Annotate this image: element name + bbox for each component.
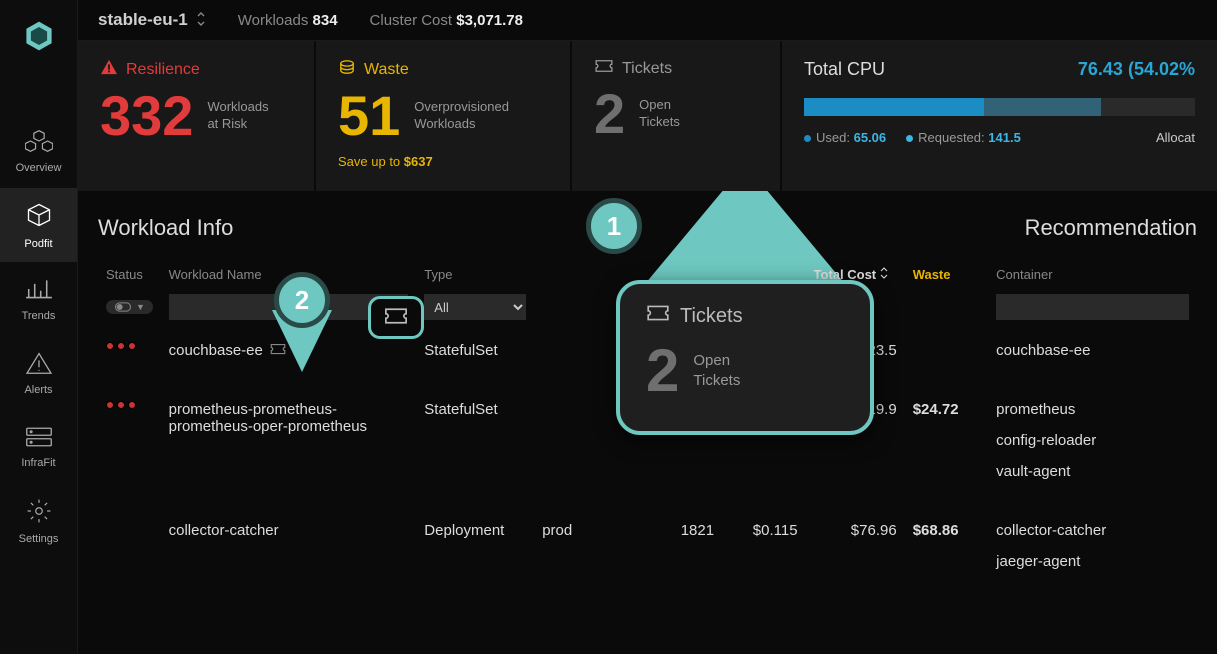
recommendation-title: Recommendation bbox=[1025, 215, 1197, 241]
coins-icon bbox=[338, 59, 356, 80]
cpu-legend: Used: 65.06 Requested: 141.5 Allocat bbox=[804, 130, 1195, 145]
container-list: couchbase-ee bbox=[988, 328, 1197, 387]
cube-icon bbox=[25, 201, 53, 232]
card-title: Total CPU bbox=[804, 59, 885, 80]
nav-label: Overview bbox=[16, 162, 62, 174]
container-list: prometheusconfig-reloadervault-agent bbox=[988, 387, 1197, 508]
container-filter[interactable] bbox=[996, 294, 1189, 320]
card-subtitle: Workloads at Risk bbox=[207, 99, 268, 133]
sidebar: Overview Podfit Trends Alerts InfraFit S… bbox=[0, 0, 78, 654]
cpu-bar bbox=[804, 98, 1195, 116]
cpu-value: 76.43 (54.02% bbox=[1078, 59, 1195, 80]
nav-settings[interactable]: Settings bbox=[0, 484, 77, 558]
waste-value bbox=[905, 328, 988, 387]
summary-cards: Resilience 332 Workloads at Risk Waste 5… bbox=[78, 41, 1217, 191]
workload-name: prometheus-prometheus-prometheus-oper-pr… bbox=[161, 387, 417, 508]
workload-type: StatefulSet bbox=[416, 387, 534, 508]
workload-replicas: 1821 bbox=[649, 508, 722, 598]
card-title: Tickets bbox=[622, 60, 672, 78]
status-indicator bbox=[106, 401, 153, 409]
nav-infrafit[interactable]: InfraFit bbox=[0, 410, 77, 484]
warning-icon bbox=[100, 59, 118, 80]
nav-podfit[interactable]: Podfit bbox=[0, 188, 77, 262]
cubes-icon bbox=[25, 129, 53, 156]
callout-tickets: Tickets 2 Open Tickets bbox=[616, 280, 874, 435]
card-subtitle: Open Tickets bbox=[639, 97, 680, 131]
cost-per-replica: $0.115 bbox=[722, 508, 805, 598]
type-filter[interactable]: All bbox=[424, 294, 526, 320]
col-type[interactable]: Type bbox=[416, 263, 534, 290]
status-filter[interactable]: ▼ bbox=[106, 300, 153, 314]
col-status[interactable]: Status bbox=[98, 263, 161, 290]
alert-icon bbox=[25, 351, 53, 378]
card-total-cpu[interactable]: Total CPU 76.43 (54.02% Used: 65.06 Requ… bbox=[782, 41, 1217, 191]
nav-label: InfraFit bbox=[21, 457, 55, 469]
nav-overview[interactable]: Overview bbox=[0, 114, 77, 188]
ticket-filter-highlight[interactable] bbox=[368, 296, 424, 339]
workloads-metric: Workloads 834 bbox=[238, 12, 338, 29]
col-container[interactable]: Container bbox=[988, 263, 1197, 290]
cluster-name: stable-eu-1 bbox=[98, 10, 188, 30]
table-row[interactable]: collector-catcherDeploymentprod1821$0.11… bbox=[98, 508, 1197, 598]
card-waste[interactable]: Waste 51 Overprovisioned Workloads Save … bbox=[316, 41, 570, 191]
nav-alerts[interactable]: Alerts bbox=[0, 336, 77, 410]
workload-namespace: prod bbox=[534, 508, 649, 598]
nav-trends[interactable]: Trends bbox=[0, 262, 77, 336]
callout-count: 2 bbox=[646, 336, 679, 405]
bars-icon bbox=[25, 277, 53, 304]
server-icon bbox=[25, 426, 53, 451]
status-indicator bbox=[106, 342, 153, 350]
card-tickets[interactable]: Tickets 2 Open Tickets bbox=[572, 41, 780, 191]
nav-label: Alerts bbox=[24, 384, 52, 396]
ticket-icon bbox=[646, 304, 670, 328]
topbar: stable-eu-1 Workloads 834 Cluster Cost $… bbox=[78, 0, 1217, 41]
total-cost: $76.96 bbox=[806, 508, 905, 598]
waste-value: $24.72 bbox=[905, 387, 988, 508]
nav-label: Settings bbox=[19, 533, 59, 545]
ticket-icon bbox=[594, 59, 614, 78]
col-waste[interactable]: Waste bbox=[905, 263, 988, 290]
main-content: stable-eu-1 Workloads 834 Cluster Cost $… bbox=[78, 0, 1217, 654]
step-badge-2: 2 bbox=[274, 272, 330, 328]
nav-label: Podfit bbox=[24, 238, 52, 250]
resilience-count: 332 bbox=[100, 88, 193, 144]
workload-type: Deployment bbox=[416, 508, 534, 598]
section-title: Workload Info bbox=[98, 215, 233, 241]
updown-icon bbox=[196, 11, 206, 30]
waste-value: $68.86 bbox=[905, 508, 988, 598]
card-resilience[interactable]: Resilience 332 Workloads at Risk bbox=[78, 41, 314, 191]
workload-type: StatefulSet bbox=[416, 328, 534, 387]
cost-metric: Cluster Cost $3,071.78 bbox=[370, 12, 523, 29]
nav-label: Trends bbox=[22, 310, 56, 322]
step-badge-1: 1 bbox=[586, 198, 642, 254]
card-title: Waste bbox=[364, 61, 409, 79]
gear-icon bbox=[26, 498, 52, 527]
waste-count: 51 bbox=[338, 88, 400, 144]
save-hint: Save up to $637 bbox=[338, 154, 548, 169]
cluster-selector[interactable]: stable-eu-1 bbox=[98, 10, 206, 30]
card-subtitle: Overprovisioned Workloads bbox=[414, 99, 509, 133]
tickets-count: 2 bbox=[594, 86, 625, 142]
workload-name: collector-catcher bbox=[161, 508, 417, 598]
app-logo bbox=[21, 18, 57, 54]
card-title: Resilience bbox=[126, 61, 200, 79]
container-list: collector-catcherjaeger-agent bbox=[988, 508, 1197, 598]
